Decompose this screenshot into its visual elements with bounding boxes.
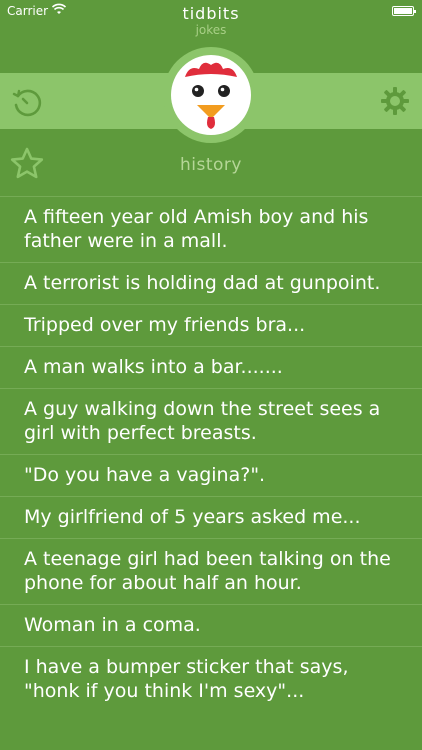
list-item[interactable]: A man walks into a bar.......	[0, 346, 422, 388]
chicken-face-icon	[171, 55, 251, 135]
app-subtitle: jokes	[195, 23, 227, 37]
list-item[interactable]: A guy walking down the street sees a gir…	[0, 388, 422, 454]
list-item[interactable]: Tripped over my friends bra...	[0, 304, 422, 346]
list-item[interactable]: "Do you have a vagina?".	[0, 454, 422, 496]
joke-list: A fifteen year old Amish boy and his fat…	[0, 196, 422, 712]
list-item[interactable]: Woman in a coma.	[0, 604, 422, 646]
app-title: tidbits	[182, 4, 240, 23]
list-item[interactable]: My girlfriend of 5 years asked me...	[0, 496, 422, 538]
section-title: history	[180, 155, 242, 175]
history-icon[interactable]	[12, 88, 42, 118]
list-item[interactable]: A teenage girl had been talking on the p…	[0, 538, 422, 604]
list-item[interactable]: A terrorist is holding dad at gunpoint.	[0, 262, 422, 304]
list-item[interactable]: A fifteen year old Amish boy and his fat…	[0, 196, 422, 262]
chicken-avatar	[163, 47, 259, 143]
gear-icon[interactable]	[380, 86, 410, 116]
list-item[interactable]: I have a bumper sticker that says, "honk…	[0, 646, 422, 712]
